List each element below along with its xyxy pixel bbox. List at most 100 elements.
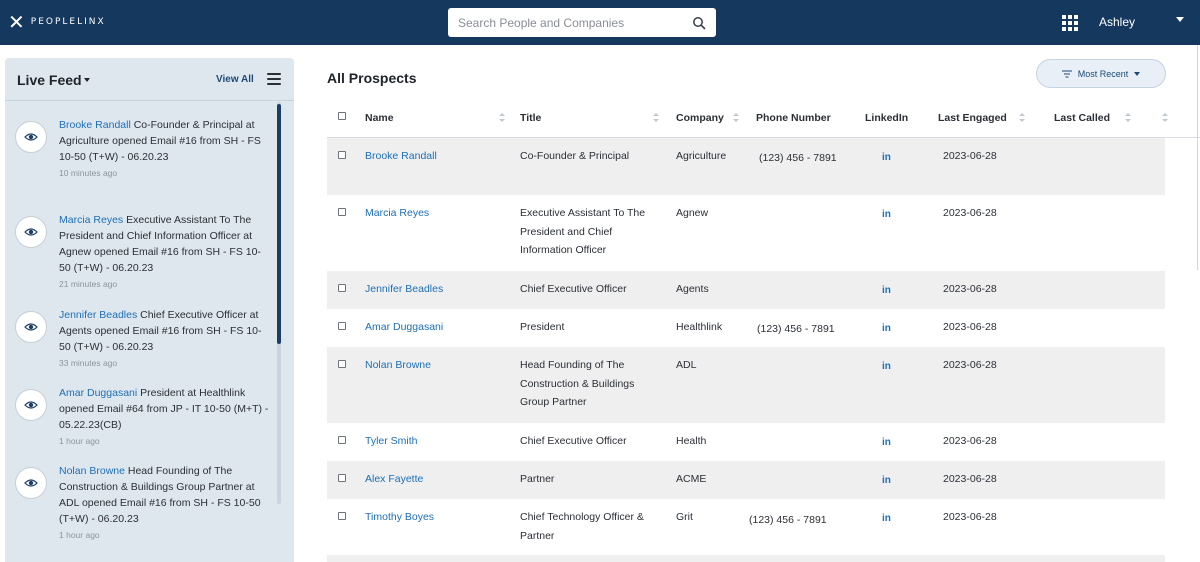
column-header-linkedin: LinkedIn (865, 112, 909, 124)
live-feed-list: Brooke Randall Co-Founder & Principal at… (5, 100, 294, 562)
sort-arrows-icon[interactable] (499, 113, 505, 123)
chevron-down-icon[interactable] (1176, 17, 1184, 22)
table-row[interactable]: Marcia Reyes Executive Assistant To The … (327, 195, 1165, 271)
row-checkbox[interactable] (338, 151, 346, 159)
feed-contact-link[interactable]: Marcia Reyes (59, 214, 123, 226)
prospect-title: Chief Executive Officer (520, 283, 627, 295)
feed-item-time: 1 hour ago (59, 436, 100, 446)
prospect-phone[interactable]: (123) 456 - 7891 (757, 320, 835, 339)
top-navigation-bar: ✕ PEOPLELINX Ashley (0, 0, 1200, 45)
table-row[interactable] (327, 555, 1165, 562)
feed-contact-link[interactable]: Brooke Randall (59, 119, 131, 131)
prospect-name-link[interactable]: Tyler Smith (365, 432, 418, 451)
feed-item-time: 21 minutes ago (59, 279, 118, 289)
feed-item-text: Amar Duggasani President at Healthlink o… (59, 385, 271, 448)
row-checkbox[interactable] (338, 436, 346, 444)
grid-icon[interactable] (1062, 15, 1078, 31)
select-all-checkbox[interactable] (338, 112, 346, 120)
prospect-company: Healthlink (676, 321, 723, 333)
linkedin-icon[interactable]: in (882, 209, 891, 220)
feed-contact-link[interactable]: Amar Duggasani (59, 387, 137, 399)
live-feed-title[interactable]: Live Feed (17, 72, 82, 88)
prospect-last-engaged: 2023-06-28 (943, 207, 997, 219)
eye-icon (15, 121, 47, 153)
linkedin-icon[interactable]: in (882, 152, 891, 163)
page-title: All Prospects (327, 70, 417, 86)
row-checkbox[interactable] (338, 360, 346, 368)
prospect-last-engaged: 2023-06-28 (943, 473, 997, 485)
feed-scrollbar-thumb[interactable] (277, 104, 281, 344)
user-menu-name[interactable]: Ashley (1099, 15, 1135, 29)
prospect-company: Agents (676, 283, 709, 295)
search-box (448, 8, 716, 37)
linkedin-icon[interactable]: in (882, 475, 891, 486)
chevron-down-icon[interactable] (84, 78, 90, 82)
sort-arrows-icon[interactable] (1125, 113, 1131, 123)
feed-item-time: 1 hour ago (59, 530, 100, 540)
table-row[interactable]: Brooke Randall Co-Founder & Principal Ag… (327, 138, 1165, 195)
sort-arrows-icon[interactable] (1162, 113, 1168, 123)
prospect-company: Grit (676, 511, 693, 523)
eye-icon (15, 389, 47, 421)
prospect-phone[interactable]: (123) 456 - 7891 (759, 149, 837, 168)
eye-icon (15, 216, 47, 248)
linkedin-icon[interactable]: in (882, 361, 891, 372)
prospect-name-link[interactable]: Brooke Randall (365, 147, 437, 166)
row-checkbox[interactable] (338, 512, 346, 520)
prospect-last-engaged: 2023-06-28 (943, 435, 997, 447)
prospect-title: Co-Founder & Principal (520, 150, 630, 162)
prospect-company: ADL (676, 359, 697, 371)
peoplelinx-logo[interactable]: ✕ PEOPLELINX (8, 12, 106, 32)
column-header-name[interactable]: Name (365, 112, 394, 124)
sort-arrows-icon[interactable] (653, 113, 659, 123)
filter-lines-icon (1061, 70, 1072, 77)
prospect-phone[interactable]: (123) 456 - 7891 (749, 511, 827, 530)
prospect-last-engaged: 2023-06-28 (943, 321, 997, 333)
linkedin-icon[interactable]: in (882, 513, 891, 524)
feed-item-time: 10 minutes ago (59, 168, 118, 178)
table-row[interactable]: Tyler Smith Chief Executive Officer Heal… (327, 423, 1165, 461)
feed-item-time: 33 minutes ago (59, 358, 118, 368)
feed-item-text: Jennifer Beadles Chief Executive Officer… (59, 307, 271, 370)
column-header-last-engaged[interactable]: Last Engaged (938, 112, 1007, 124)
row-checkbox[interactable] (338, 284, 346, 292)
table-row[interactable]: Timothy Boyes Chief Technology Officer &… (327, 499, 1165, 555)
sort-dropdown-label: Most Recent (1077, 68, 1129, 79)
linkedin-icon[interactable]: in (882, 437, 891, 448)
linkedin-icon[interactable]: in (882, 285, 891, 296)
column-header-company[interactable]: Company (676, 112, 724, 124)
sort-dropdown-button[interactable]: Most Recent (1036, 59, 1166, 88)
search-icon[interactable] (692, 16, 706, 30)
feed-contact-link[interactable]: Jennifer Beadles (59, 309, 137, 321)
feed-contact-link[interactable]: Nolan Browne (59, 465, 125, 477)
prospect-name-link[interactable]: Marcia Reyes (365, 204, 429, 223)
prospect-name-link[interactable]: Timothy Boyes (365, 508, 434, 527)
hamburger-menu-icon[interactable] (267, 73, 281, 85)
prospect-name-link[interactable]: Jennifer Beadles (365, 280, 443, 299)
feed-item-text: Brooke Randall Co-Founder & Principal at… (59, 117, 271, 180)
prospect-title: President (520, 321, 565, 333)
prospect-last-engaged: 2023-06-28 (943, 511, 997, 523)
prospect-name-link[interactable]: Nolan Browne (365, 356, 431, 375)
table-row[interactable]: Jennifer Beadles Chief Executive Officer… (327, 271, 1165, 309)
prospect-title: Head Founding of The Construction & Buil… (520, 359, 635, 408)
linkedin-icon[interactable]: in (882, 323, 891, 334)
table-row[interactable]: Alex Fayette Partner ACME in 2023-06-28 (327, 461, 1165, 499)
search-input[interactable] (458, 15, 692, 30)
table-row[interactable]: Amar Duggasani President Healthlink (123… (327, 309, 1165, 347)
column-header-title[interactable]: Title (520, 112, 541, 124)
row-checkbox[interactable] (338, 474, 346, 482)
row-checkbox[interactable] (338, 208, 346, 216)
sort-arrows-icon[interactable] (733, 113, 739, 123)
prospects-table: Name Title Company Phone Number LinkedIn… (327, 100, 1200, 562)
sort-arrows-icon[interactable] (1019, 113, 1025, 123)
table-row[interactable]: Nolan Browne Head Founding of The Constr… (327, 347, 1165, 423)
prospect-title: Chief Executive Officer (520, 435, 627, 447)
prospect-name-link[interactable]: Alex Fayette (365, 470, 423, 489)
prospect-company: Agriculture (676, 150, 727, 162)
page-divider (1197, 45, 1198, 270)
prospect-name-link[interactable]: Amar Duggasani (365, 318, 443, 337)
view-all-link[interactable]: View All (216, 74, 254, 85)
column-header-last-called[interactable]: Last Called (1054, 112, 1110, 124)
row-checkbox[interactable] (338, 322, 346, 330)
